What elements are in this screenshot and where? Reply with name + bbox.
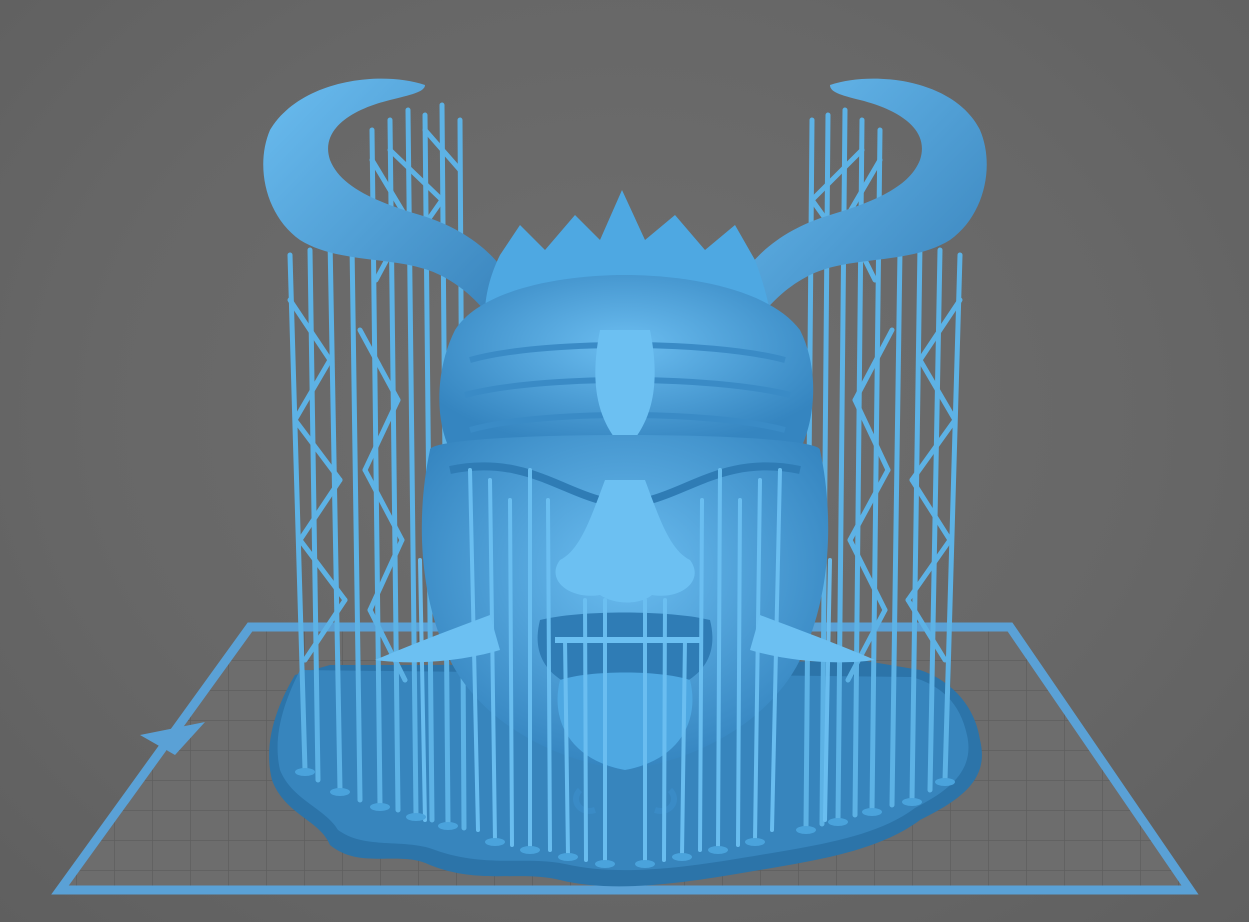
scene-canvas[interactable] — [0, 0, 1249, 922]
3d-viewport[interactable] — [0, 0, 1249, 922]
